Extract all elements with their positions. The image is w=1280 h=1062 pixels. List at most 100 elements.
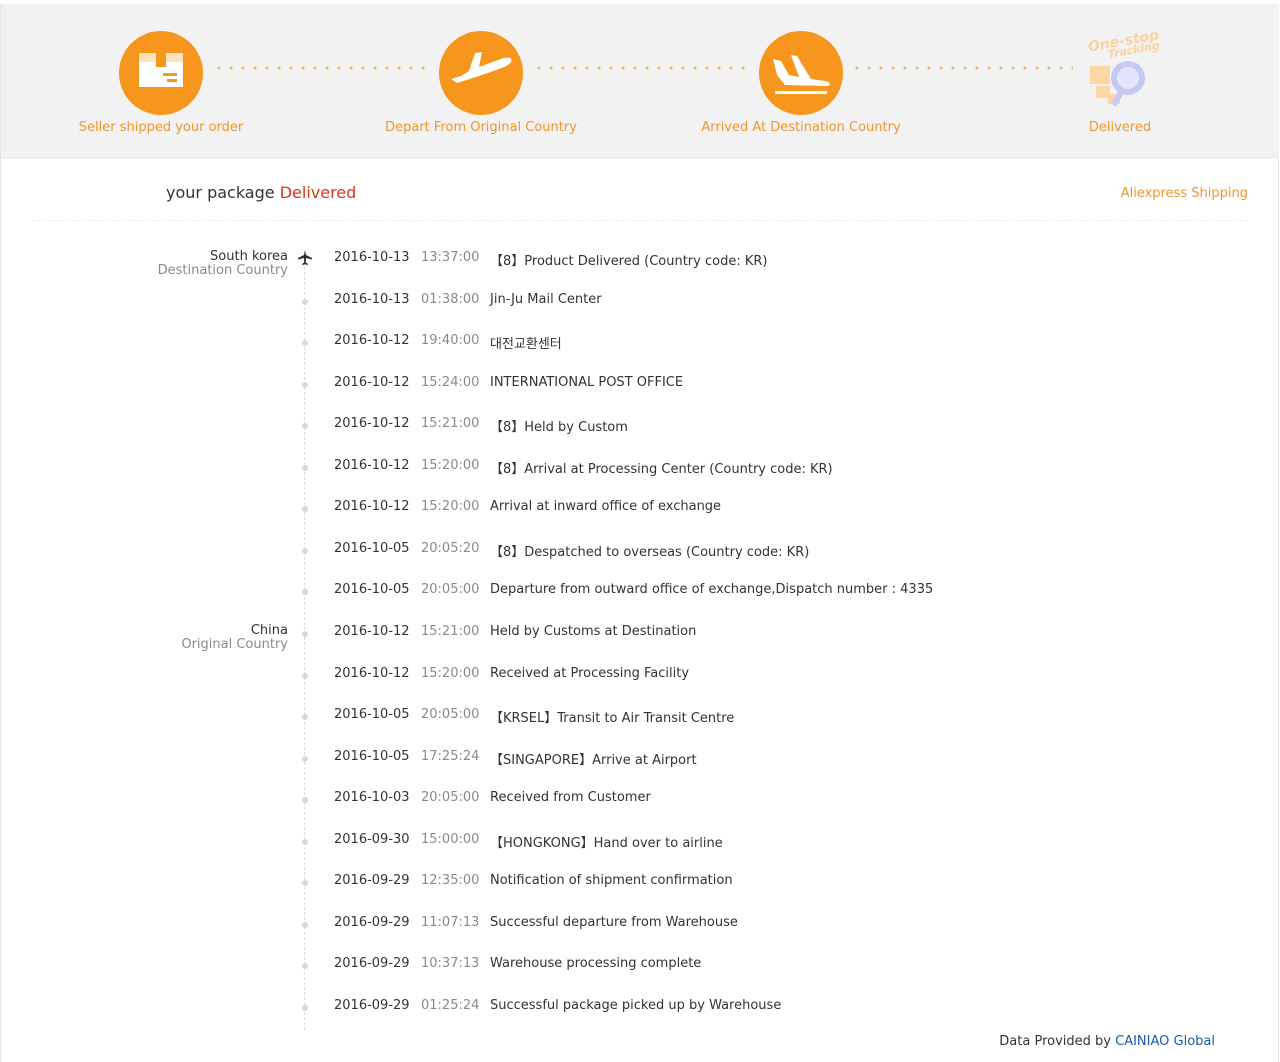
event-description: Held by Customs at Destination bbox=[490, 624, 697, 639]
event-date: 2016-10-05 bbox=[334, 749, 410, 764]
progress-connector bbox=[533, 66, 753, 70]
timeline-dot bbox=[302, 299, 308, 305]
step-label: Delivered bbox=[1088, 120, 1152, 135]
event-description: 【KRSEL】Transit to Air Transit Centre bbox=[490, 711, 735, 726]
event-time: 15:00:00 bbox=[421, 832, 480, 847]
step-label: Arrived At Destination Country bbox=[701, 120, 901, 135]
timeline-event: 2016-09-29 10:37:13 Warehouse processing c… bbox=[0, 956, 1280, 978]
event-date: 2016-10-12 bbox=[334, 666, 410, 681]
event-description: Departure from outward office of exchang… bbox=[490, 582, 934, 597]
event-description: 【8】Arrival at Processing Center (Country… bbox=[490, 462, 833, 477]
event-time: 01:38:00 bbox=[421, 292, 480, 307]
timeline-event: 2016-09-30 15:00:00 【HONGKONG】Hand over to… bbox=[0, 832, 1280, 854]
timeline-event: 2016-10-05 20:05:20 【8】Despatched to overs… bbox=[0, 541, 1280, 563]
event-date: 2016-10-03 bbox=[334, 790, 410, 805]
event-time: 10:37:13 bbox=[421, 956, 480, 971]
timeline-event: 2016-10-12 15:20:00 Arrival at inward offi… bbox=[0, 499, 1280, 521]
event-date: 2016-10-12 bbox=[334, 416, 410, 431]
event-date: 2016-09-29 bbox=[334, 915, 410, 930]
event-description: 【8】Despatched to overseas (Country code:… bbox=[490, 545, 810, 560]
timeline-event: 2016-10-05 17:25:24 【SINGAPORE】Arrive at A… bbox=[0, 749, 1280, 771]
timeline-dot bbox=[302, 631, 308, 637]
event-date: 2016-09-30 bbox=[334, 832, 410, 847]
event-date: 2016-10-12 bbox=[334, 458, 410, 473]
progress-connector bbox=[851, 66, 1073, 70]
event-description: Arrival at inward office of exchange bbox=[490, 499, 722, 514]
event-time: 15:21:00 bbox=[421, 416, 480, 431]
timeline-event: 2016-10-05 20:05:00 Departure from outward… bbox=[0, 582, 1280, 604]
page-title: your package Delivered bbox=[166, 183, 356, 202]
event-time: 20:05:20 bbox=[421, 541, 480, 556]
timeline-event: 2016-10-13 01:38:00 Jin-Ju Mail Center bbox=[0, 292, 1280, 314]
timeline-dot bbox=[302, 880, 308, 886]
timeline-event: 2016-09-29 11:07:13 Successful departure f… bbox=[0, 915, 1280, 937]
timeline-event: 2016-10-12 15:21:00 【8】Held by Custom bbox=[0, 416, 1280, 438]
page-frame bbox=[0, 4, 1279, 1062]
timeline-event: 2016-10-12 15:20:00 【8】Arrival at Processi… bbox=[0, 458, 1280, 480]
timeline-dot bbox=[302, 714, 308, 720]
package-icon bbox=[119, 31, 203, 115]
divider bbox=[32, 220, 1248, 221]
timeline-dot bbox=[302, 506, 308, 512]
timeline-event: 2016-10-12 15:20:00 Received at Processing… bbox=[0, 666, 1280, 688]
event-description: Received from Customer bbox=[490, 790, 651, 805]
plane-takeoff-icon bbox=[439, 31, 523, 115]
event-time: 15:20:00 bbox=[421, 666, 480, 681]
event-time: 20:05:00 bbox=[421, 790, 480, 805]
event-time: 15:20:00 bbox=[421, 458, 480, 473]
event-time: 17:25:24 bbox=[421, 749, 480, 764]
event-description: Notification of shipment confirmation bbox=[490, 873, 733, 888]
event-description: 【8】Held by Custom bbox=[490, 420, 628, 435]
event-date: 2016-10-12 bbox=[334, 499, 410, 514]
shipping-link[interactable]: Aliexpress Shipping bbox=[1121, 186, 1248, 201]
timeline-dot bbox=[302, 589, 308, 595]
event-time: 20:05:00 bbox=[421, 707, 480, 722]
step-label: Depart From Original Country bbox=[385, 120, 577, 135]
event-time: 12:35:00 bbox=[421, 873, 480, 888]
event-description: Successful package picked up by Warehous… bbox=[490, 998, 782, 1013]
status-badge: Delivered bbox=[279, 183, 357, 202]
timeline-event: 2016-10-12 19:40:00 대전교환센터 bbox=[0, 333, 1280, 355]
event-description: Received at Processing Facility bbox=[490, 666, 690, 681]
event-date: 2016-10-12 bbox=[334, 375, 410, 390]
timeline-event: 2016-10-03 20:05:00 Received from Customer bbox=[0, 790, 1280, 812]
event-date: 2016-10-13 bbox=[334, 292, 410, 307]
event-time: 19:40:00 bbox=[421, 333, 480, 348]
event-description: 【HONGKONG】Hand over to airline bbox=[490, 836, 723, 851]
timeline-dot bbox=[302, 963, 308, 969]
event-date: 2016-10-12 bbox=[334, 333, 410, 348]
timeline-dot bbox=[302, 756, 308, 762]
footer-credit: Data Provided by CAINIAO Global bbox=[999, 1034, 1215, 1049]
timeline-dot bbox=[302, 922, 308, 928]
event-time: 13:37:00 bbox=[421, 250, 480, 265]
one-stop-tracking-logo: One-stop Tracking bbox=[1070, 24, 1170, 119]
timeline-dot bbox=[302, 797, 308, 803]
event-date: 2016-09-29 bbox=[334, 873, 410, 888]
footer-prefix: Data Provided by bbox=[999, 1034, 1111, 1049]
cainiao-link[interactable]: CAINIAO Global bbox=[1115, 1034, 1215, 1049]
timeline-dot bbox=[302, 340, 308, 346]
event-description: Jin-Ju Mail Center bbox=[490, 292, 602, 307]
timeline-dot bbox=[302, 548, 308, 554]
timeline-event: 2016-10-12 15:24:00 INTERNATIONAL POST OFF… bbox=[0, 375, 1280, 397]
event-date: 2016-10-05 bbox=[334, 707, 410, 722]
event-description: Warehouse processing complete bbox=[490, 956, 702, 971]
event-description: 대전교환센터 bbox=[490, 337, 562, 352]
event-time: 15:24:00 bbox=[421, 375, 480, 390]
timeline-dot bbox=[302, 673, 308, 679]
timeline-event: 2016-10-05 20:05:00 【KRSEL】Transit to Air … bbox=[0, 707, 1280, 729]
event-date: 2016-10-05 bbox=[334, 541, 410, 556]
progress-connector bbox=[213, 66, 433, 70]
event-date: 2016-09-29 bbox=[334, 998, 410, 1013]
timeline-event: 2016-09-29 01:25:24 Successful package pic… bbox=[0, 998, 1280, 1020]
event-date: 2016-10-05 bbox=[334, 582, 410, 597]
event-time: 11:07:13 bbox=[421, 915, 480, 930]
plane-landing-icon bbox=[759, 31, 843, 115]
timeline-event: 2016-10-12 15:21:00 Held by Customs at Des… bbox=[0, 624, 1280, 646]
timeline-dot bbox=[302, 382, 308, 388]
title-prefix: your package bbox=[166, 183, 275, 202]
event-description: 【8】Product Delivered (Country code: KR) bbox=[490, 254, 768, 269]
event-time: 15:20:00 bbox=[421, 499, 480, 514]
timeline-dot bbox=[302, 1005, 308, 1011]
plane-icon bbox=[298, 250, 312, 265]
